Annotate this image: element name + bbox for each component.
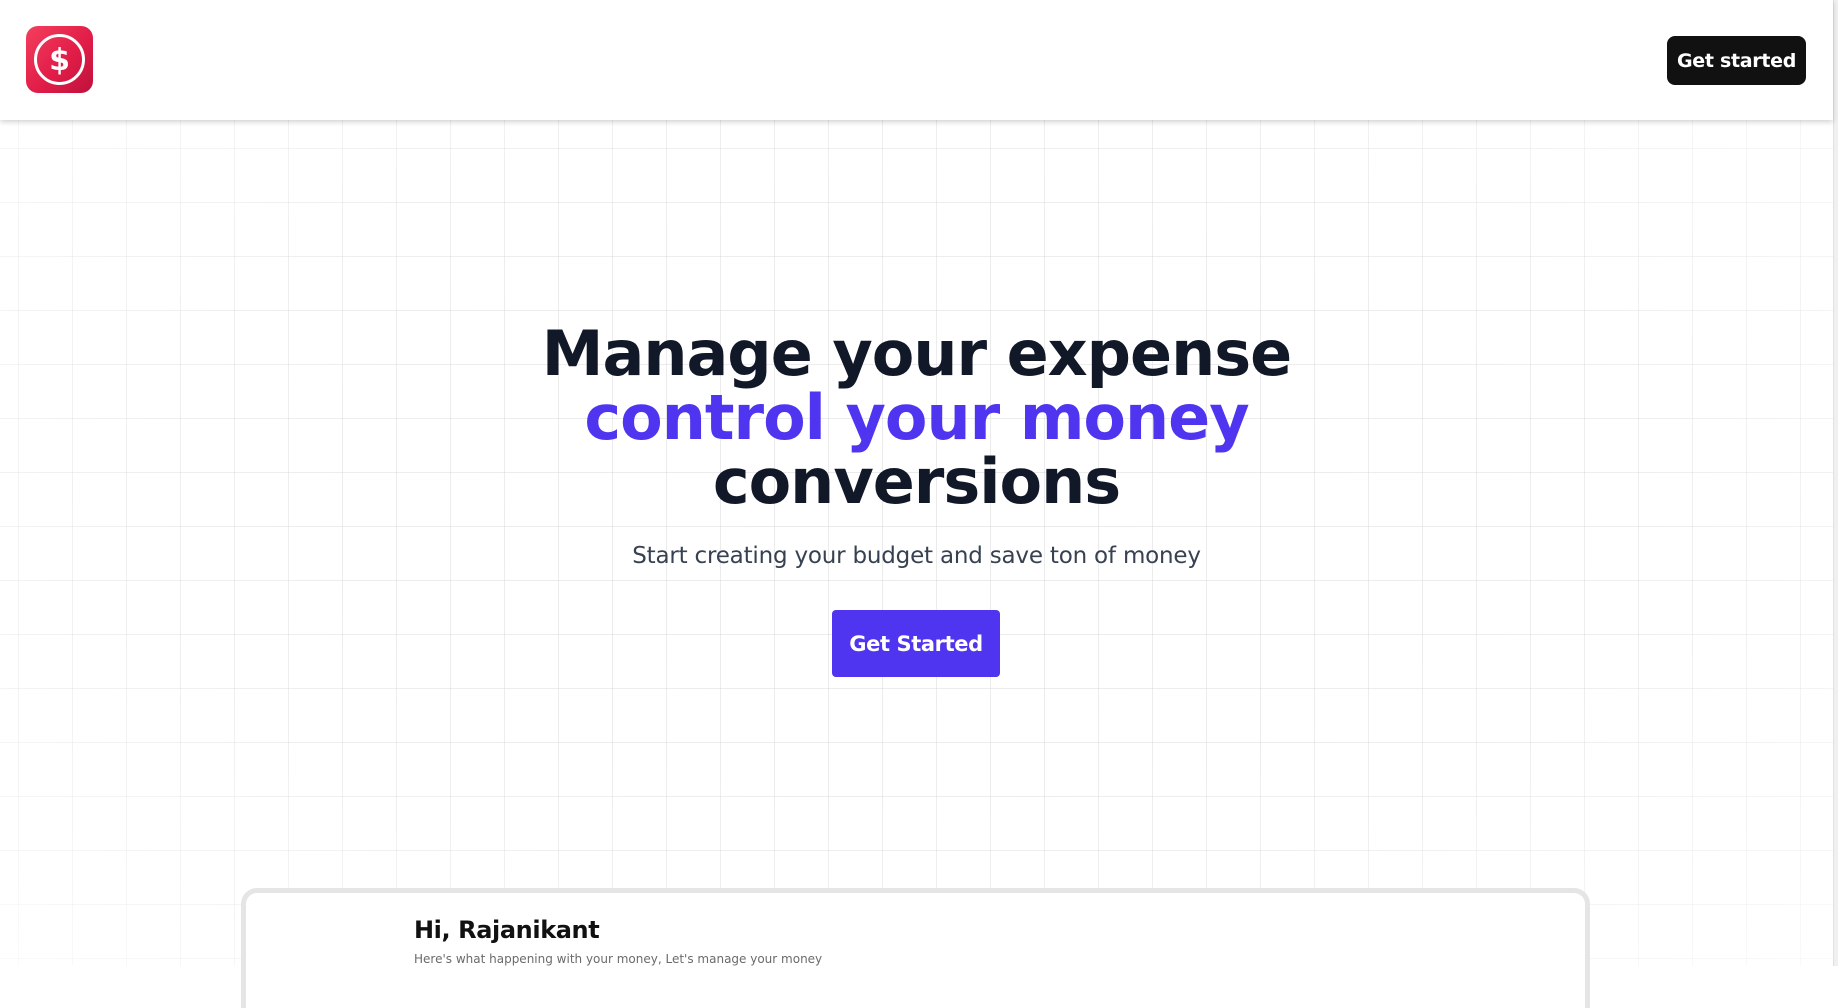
scrollbar[interactable] bbox=[1833, 0, 1838, 966]
logo[interactable]: $ bbox=[26, 26, 93, 93]
hero-line-3: conversions bbox=[712, 445, 1121, 518]
svg-text:$: $ bbox=[49, 43, 70, 78]
preview-greeting: Hi, Rajanikant bbox=[414, 916, 600, 944]
hero-line-1: Manage your expense bbox=[541, 317, 1292, 390]
hero-get-started-button[interactable]: Get Started bbox=[832, 610, 1000, 677]
header-get-started-button[interactable]: Get started bbox=[1667, 36, 1806, 85]
hero-heading: Manage your expense control your money c… bbox=[0, 322, 1833, 514]
top-navbar: $ Get started bbox=[0, 0, 1833, 120]
hero-line-2-accent: control your money bbox=[584, 381, 1249, 454]
dashboard-preview-card: Hi, Rajanikant Here's what happening wit… bbox=[241, 888, 1590, 1008]
dollar-circle-icon: $ bbox=[34, 34, 85, 85]
hero-subtitle: Start creating your budget and save ton … bbox=[632, 543, 1201, 569]
preview-subtitle: Here's what happening with your money, L… bbox=[414, 952, 823, 966]
